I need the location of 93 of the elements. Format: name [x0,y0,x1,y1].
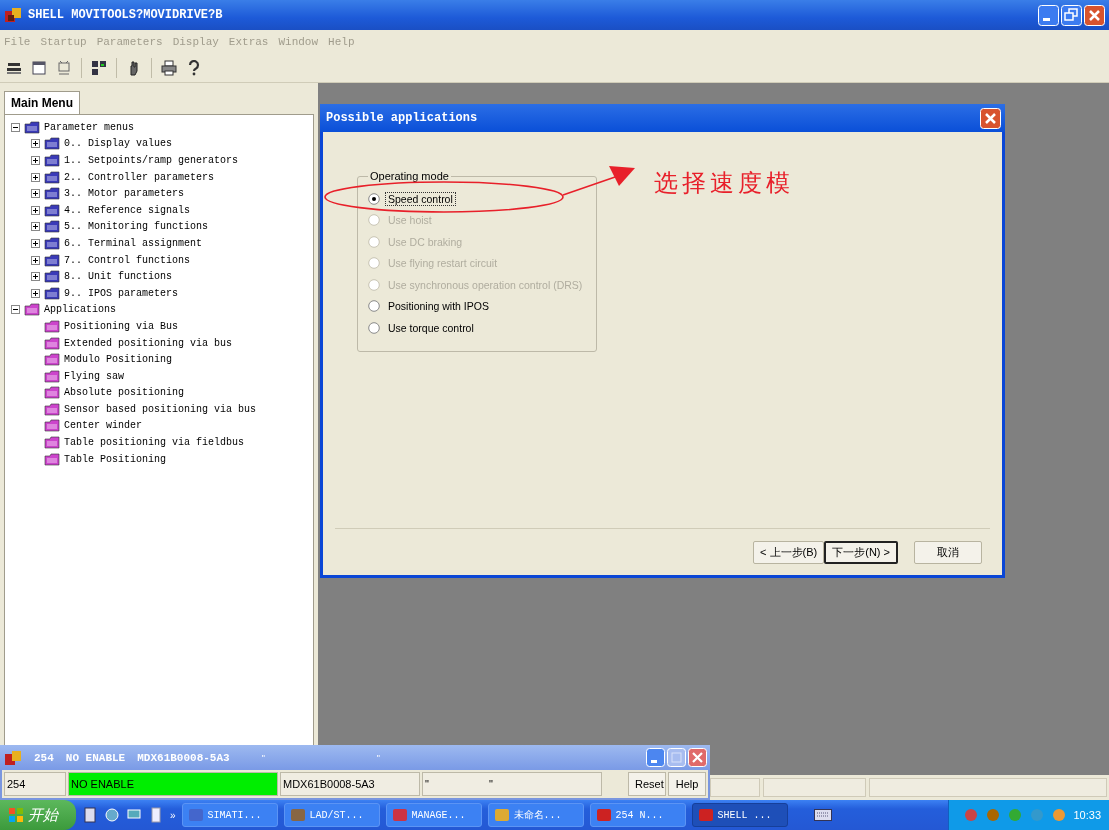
app-logo-icon [4,749,22,766]
reset-button[interactable]: Reset [628,772,666,796]
tree-item[interactable]: Positioning via Bus [64,320,179,332]
tree-item[interactable]: Table Positioning [64,453,167,465]
window-title: MDX61B0008-5A3 [137,751,230,764]
maximize-icon[interactable] [1061,4,1082,26]
keyboard-icon[interactable] [813,809,832,821]
clock: 10:33 [1073,809,1101,821]
window-title: NO ENABLE [65,751,126,764]
minimize-icon[interactable] [1038,4,1059,26]
expand-icon[interactable] [31,205,40,215]
app-icon [391,807,408,823]
tree-item[interactable]: Flying saw [64,370,124,382]
option-label: Use hoist [387,213,433,228]
option-label: Positioning with IPOS [387,299,490,314]
page-icon[interactable] [148,807,164,823]
expand-icon[interactable] [31,222,40,232]
option-label: Use flying restart circuit [387,256,499,271]
option-label: Use torque control [387,320,475,335]
next-button[interactable]: 下一步(N) > [824,540,898,564]
cancel-button[interactable]: 取消 [914,540,982,564]
group-label: Operating mode [369,170,450,182]
tree-item[interactable]: 7.. Control functions [64,254,191,266]
tree-item[interactable]: 0.. Display values [64,138,173,150]
dialog-title: Possible applications [326,111,478,125]
window-title: 254 [34,751,54,764]
close-icon[interactable] [980,107,1001,129]
tree-item[interactable]: Applications [44,304,116,316]
option-label: Speed control [385,191,456,206]
expand-icon[interactable] [31,288,40,298]
tree-item[interactable]: Extended positioning via bus [64,337,233,349]
taskbar-button[interactable]: MANAGE... [385,803,482,827]
close-icon[interactable] [688,748,707,767]
minimize-icon[interactable] [646,748,665,767]
tree-item[interactable]: Parameter menus [44,121,134,133]
app-icon [697,807,714,823]
annotation-text: 选择速度模 [654,168,794,199]
expand-icon[interactable] [31,139,40,149]
app-icon [595,807,612,823]
taskbar-button[interactable]: 254 N... [589,803,686,827]
field-text: MDX61B0008-5A3 [283,778,375,790]
radio-button[interactable] [368,321,380,334]
quote-mark: " [376,752,381,763]
field-text: NO ENABLE [71,778,134,790]
app-icon [289,807,306,823]
expand-icon[interactable] [31,255,40,265]
field-text: " [425,778,429,790]
document-icon[interactable] [82,807,98,823]
taskbar-button[interactable]: SHELL ... [691,803,788,827]
main-menu-tab[interactable]: Main Menu [4,91,80,114]
help-icon[interactable] [186,60,202,76]
tree-item[interactable]: 5.. Monitoring functions [64,221,209,233]
tree-item[interactable]: Center winder [64,420,142,432]
option-label: Use DC braking [387,234,464,249]
window-icon[interactable] [31,60,47,76]
tree-item[interactable]: Table positioning via fieldbus [64,437,245,449]
printer-icon[interactable] [161,60,177,76]
expand-icon[interactable] [31,156,40,165]
tree-item[interactable]: 6.. Terminal assignment [64,237,203,249]
tree-item[interactable]: 1.. Setpoints/ramp generators [64,155,239,166]
app-logo-icon [4,7,22,23]
tree-item[interactable]: 3.. Motor parameters [64,188,185,200]
window-title: SHELL MOVITOOLS?MOVIDRIVE?B [28,8,224,22]
tree-item[interactable]: Sensor based positioning via bus [64,403,257,415]
field-text: 254 [7,778,26,790]
tree-item[interactable]: 9.. IPOS parameters [64,287,179,299]
back-button[interactable]: < 上一步(B) [753,540,825,564]
taskbar-button[interactable]: LAD/ST... [283,803,380,827]
help-button[interactable]: Help [668,772,706,796]
more-button[interactable]: » [170,809,176,821]
expand-icon[interactable] [31,238,40,248]
tree-item[interactable]: Modulo Positioning [64,354,173,366]
monitor-icon[interactable] [56,60,72,76]
taskbar-button[interactable]: SIMATI... [181,803,278,827]
computer-icon[interactable] [6,60,22,76]
radio-button[interactable] [368,300,380,313]
app-icon [187,807,204,823]
taskbar-button[interactable]: 未命名... [487,803,584,827]
collapse-icon[interactable] [11,122,20,132]
close-icon[interactable] [1084,4,1105,26]
quote-mark: " [261,752,265,763]
radio-button[interactable] [368,192,380,205]
expand-icon[interactable] [31,189,40,199]
tree-item[interactable]: 8.. Unit functions [64,271,173,283]
app-icon [493,807,510,823]
expand-icon[interactable] [31,172,40,182]
tree-item[interactable]: Absolute positioning [64,387,185,399]
collapse-icon[interactable] [11,305,20,315]
expand-icon[interactable] [31,272,40,282]
windows-logo-icon [8,807,24,823]
tree-item[interactable]: 4.. Reference signals [64,204,191,216]
tree-item[interactable]: 2.. Controller parameters [64,171,215,183]
field-text: " [488,778,493,790]
